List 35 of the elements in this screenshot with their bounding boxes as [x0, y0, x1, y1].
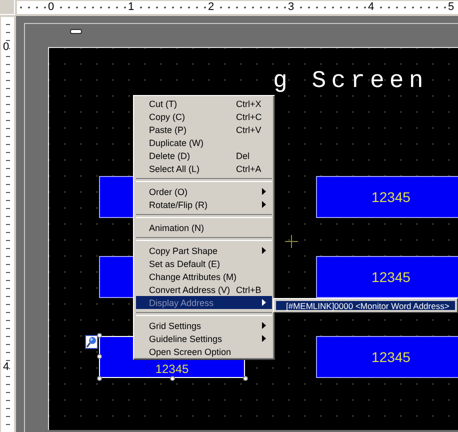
part-value: 12345 — [155, 363, 189, 377]
menu-item[interactable]: Delete (D) Del — [136, 149, 272, 162]
menu-item[interactable]: Copy Part Shape — [136, 244, 272, 257]
menu-item[interactable]: Select All (L) Ctrl+A — [136, 162, 272, 175]
resize-handle[interactable] — [243, 376, 248, 381]
menu-item[interactable]: Animation (N) — [136, 221, 272, 234]
menu-item[interactable]: Change Attributes (M) — [136, 270, 272, 283]
screen-title: g Screen — [273, 68, 428, 96]
menu-item[interactable]: Cut (T) Ctrl+X — [136, 97, 272, 110]
numeric-display-part[interactable]: 12345 — [316, 336, 458, 378]
ruler-label: 4 — [3, 362, 10, 373]
menu-item[interactable]: [#MEMLINK]0000 <Monitor Word Address> — [276, 301, 455, 310]
menu-item[interactable]: Order (O) — [136, 185, 272, 198]
crosshair-icon — [285, 235, 298, 248]
menu-item[interactable]: Rotate/Flip (R) — [136, 198, 272, 211]
menu-item[interactable]: Copy (C) Ctrl+C — [136, 110, 272, 123]
numeric-display-part[interactable]: 12345 — [316, 176, 458, 218]
resize-handle[interactable] — [170, 376, 175, 381]
menu-item[interactable]: Guideline Settings — [136, 332, 272, 345]
menu-item[interactable]: Grid Settings — [136, 319, 272, 332]
resize-handle[interactable] — [97, 376, 102, 381]
part-value: 12345 — [372, 269, 410, 285]
magnifier-icon[interactable] — [85, 335, 98, 349]
bar-icon — [70, 29, 82, 34]
part-value: 12345 — [372, 349, 410, 365]
menu-item[interactable]: Set as Default (E) — [136, 257, 272, 270]
resize-handle[interactable] — [97, 354, 102, 359]
menu-item[interactable]: Open Screen Option — [136, 345, 272, 358]
menu-item[interactable]: Convert Address (V) Ctrl+B — [136, 283, 272, 296]
menu-item[interactable]: Duplicate (W) — [136, 136, 272, 149]
menu-item[interactable]: Paste (P) Ctrl+V — [136, 123, 272, 136]
menu-item[interactable]: Display Address — [136, 296, 272, 309]
ruler-label: 0 — [3, 42, 10, 53]
numeric-display-part[interactable]: 12345 — [316, 256, 458, 298]
part-value: 12345 — [372, 189, 410, 205]
